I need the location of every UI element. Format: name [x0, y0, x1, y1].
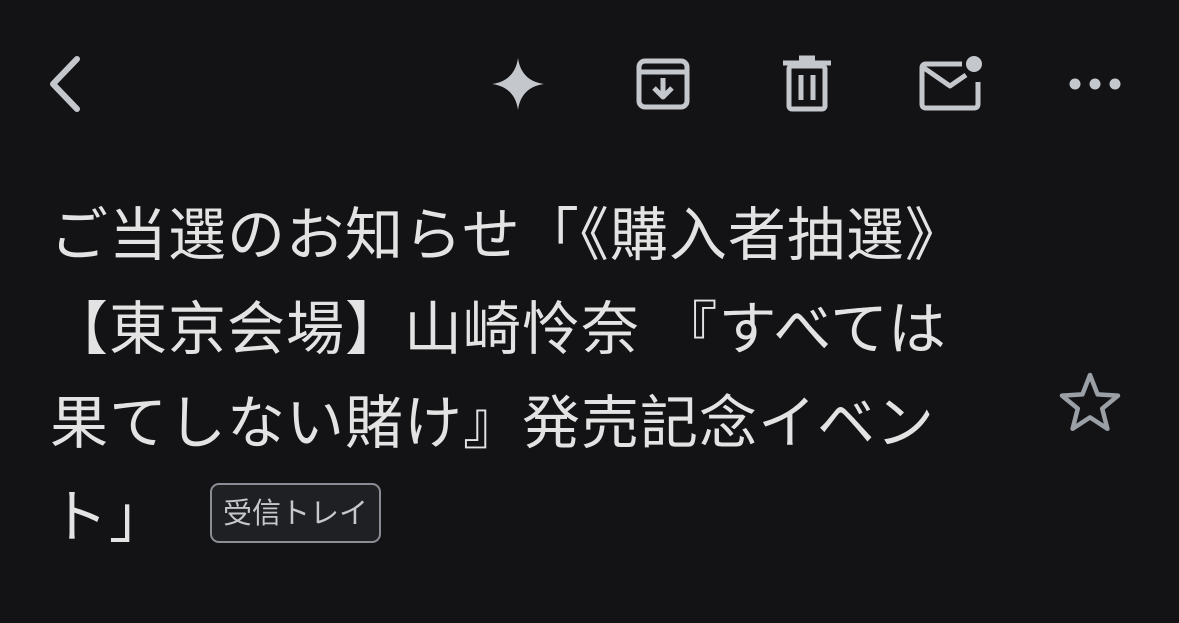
message-subject: ご当選のお知らせ「《購入者抽選》【東京会場】山崎怜奈 『すべては果てしない賭け』… — [50, 188, 980, 564]
subject-text: ご当選のお知らせ「《購入者抽選》【東京会場】山崎怜奈 『すべては果てしない賭け』… — [50, 201, 964, 551]
more-options-button[interactable] — [1055, 44, 1135, 124]
trash-icon — [783, 55, 831, 112]
archive-icon — [636, 58, 690, 110]
sparkle-icon — [492, 58, 544, 110]
delete-button[interactable] — [767, 44, 847, 124]
archive-button[interactable] — [623, 44, 703, 124]
top-app-bar — [0, 0, 1179, 170]
message-header: ご当選のお知らせ「《購入者抽選》【東京会場】山崎怜奈 『すべては果てしない賭け』… — [50, 188, 980, 564]
mark-unread-button[interactable] — [911, 44, 991, 124]
mark-unread-icon — [919, 56, 982, 111]
more-horizontal-icon — [1069, 78, 1121, 90]
back-button[interactable] — [26, 44, 106, 124]
star-button[interactable] — [1050, 362, 1130, 442]
gemini-summarize-button[interactable] — [478, 44, 558, 124]
star-outline-icon — [1059, 372, 1121, 432]
inbox-label-chip[interactable]: 受信トレイ — [210, 482, 382, 543]
chevron-left-icon — [50, 56, 80, 112]
